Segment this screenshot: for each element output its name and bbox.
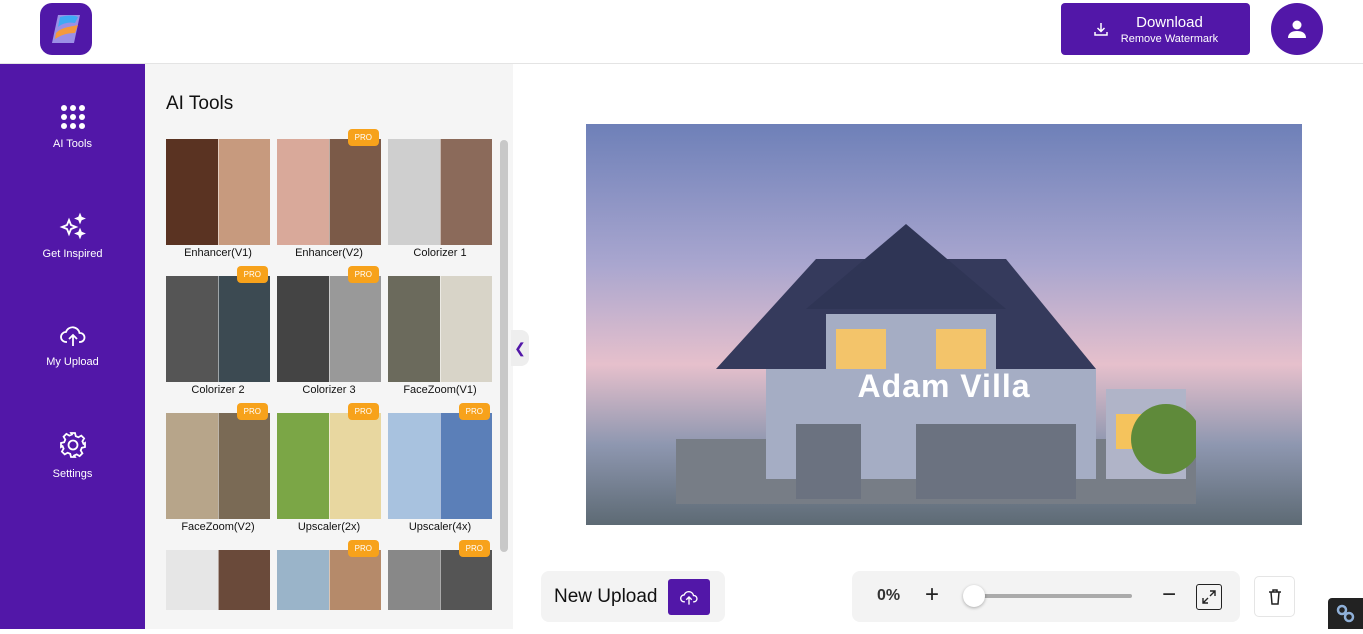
tool-card[interactable]: FaceZoom(V1) [388,276,492,396]
sidebar-item-label: Get Inspired [42,248,103,260]
tool-label: Enhancer(V1) [184,247,252,259]
tool-label: FaceZoom(V2) [181,521,255,533]
zoom-out-button[interactable]: − [1162,581,1176,609]
pro-badge: PRO [347,129,379,146]
tool-label: Colorizer 1 [413,247,467,259]
trash-icon [1268,588,1281,605]
tool-card[interactable]: PRO Upscaler(4x) [388,403,492,533]
tool-card[interactable]: PRO Colorizer 3 [277,266,381,396]
tool-label: Colorizer 3 [302,384,356,396]
tool-thumbnail [166,139,270,245]
grid-dots-icon [60,105,85,129]
app-logo[interactable] [40,3,92,55]
extension-icon[interactable] [1328,598,1363,629]
new-upload-label: New Upload [554,585,658,607]
tool-thumbnail [166,550,270,610]
zoom-in-button[interactable]: + [925,581,939,609]
sidebar-item-my-upload[interactable]: My Upload [0,322,145,368]
tool-card[interactable]: PRO Colorizer 2 [166,266,270,396]
pro-badge: PRO [347,403,379,420]
expand-icon [1202,590,1216,604]
tool-card[interactable]: Colorizer 1 [388,139,492,259]
chevron-left-icon: ❮ [514,339,526,356]
zoom-slider[interactable] [970,594,1132,598]
user-avatar-button[interactable] [1271,3,1323,55]
pro-badge: PRO [458,403,490,420]
panel-scrollbar[interactable] [500,140,508,552]
sidebar-item-label: My Upload [46,356,99,368]
pro-badge: PRO [347,266,379,283]
pro-badge: PRO [236,266,268,283]
sidebar-item-label: Settings [52,468,93,480]
tool-label: Upscaler(2x) [297,521,361,533]
delete-button[interactable] [1254,576,1295,617]
tool-card[interactable]: PRO Upscaler(2x) [277,403,381,533]
tool-card[interactable]: PRO [277,540,381,610]
overlay-text[interactable]: Adam Villa [586,368,1302,405]
tool-thumbnail [388,550,492,610]
tool-thumbnail [277,550,381,610]
zoom-slider-handle[interactable] [963,585,985,607]
sidebar-item-settings[interactable]: Settings [0,430,145,480]
new-upload-bar: New Upload [541,571,725,622]
link-icon [1336,604,1355,623]
pro-badge: PRO [347,540,379,557]
cloud-upload-icon [679,590,698,605]
zoom-value: 0% [877,587,901,604]
tool-card[interactable]: PRO FaceZoom(V2) [166,403,270,533]
sidebar-item-label: AI Tools [53,138,92,150]
tool-label: FaceZoom(V1) [403,384,477,396]
tool-card[interactable]: Enhancer(V1) [166,139,270,259]
download-label: Download [1136,13,1203,31]
tool-thumbnail [277,139,381,245]
ai-tools-panel: AI Tools Enhancer(V1) PRO Enhancer(V2) Colo… [145,64,513,629]
tool-thumbnail [277,276,381,382]
house-image [676,224,1196,504]
gear-icon [59,432,86,458]
new-upload-button[interactable] [667,578,710,615]
tool-thumbnail [388,413,492,519]
tool-thumbnail [388,276,492,382]
download-button[interactable]: Download Remove Watermark [1061,3,1250,55]
tool-card[interactable]: PRO Enhancer(V2) [277,129,381,259]
tool-label: Colorizer 2 [191,384,245,396]
fullscreen-button[interactable] [1196,584,1222,610]
tool-thumbnail [166,413,270,519]
sidebar: AI Tools Get Inspired My Upload Settings [0,64,145,629]
collapse-panel-button[interactable]: ❮ [511,330,529,366]
pro-badge: PRO [236,403,268,420]
download-icon [1094,23,1108,36]
tool-card[interactable] [166,550,270,610]
download-sublabel: Remove Watermark [1120,32,1219,45]
cloud-upload-icon [59,326,85,346]
panel-title: AI Tools [166,93,234,114]
tool-label: Upscaler(4x) [408,521,472,533]
sidebar-item-ai-tools[interactable]: AI Tools [0,104,145,150]
pro-badge: PRO [458,540,490,557]
tool-thumbnail [388,139,492,245]
image-canvas[interactable]: Adam Villa [586,124,1302,525]
tool-thumbnail [277,413,381,519]
zoom-controls: 0% + − [852,571,1240,622]
sparkles-icon [59,212,86,240]
top-bar: Download Remove Watermark [0,0,1363,64]
user-icon [1288,20,1306,38]
sidebar-item-get-inspired[interactable]: Get Inspired [0,212,145,260]
tool-label: Enhancer(V2) [295,247,363,259]
tool-card[interactable]: PRO [388,540,492,610]
tool-thumbnail [166,276,270,382]
